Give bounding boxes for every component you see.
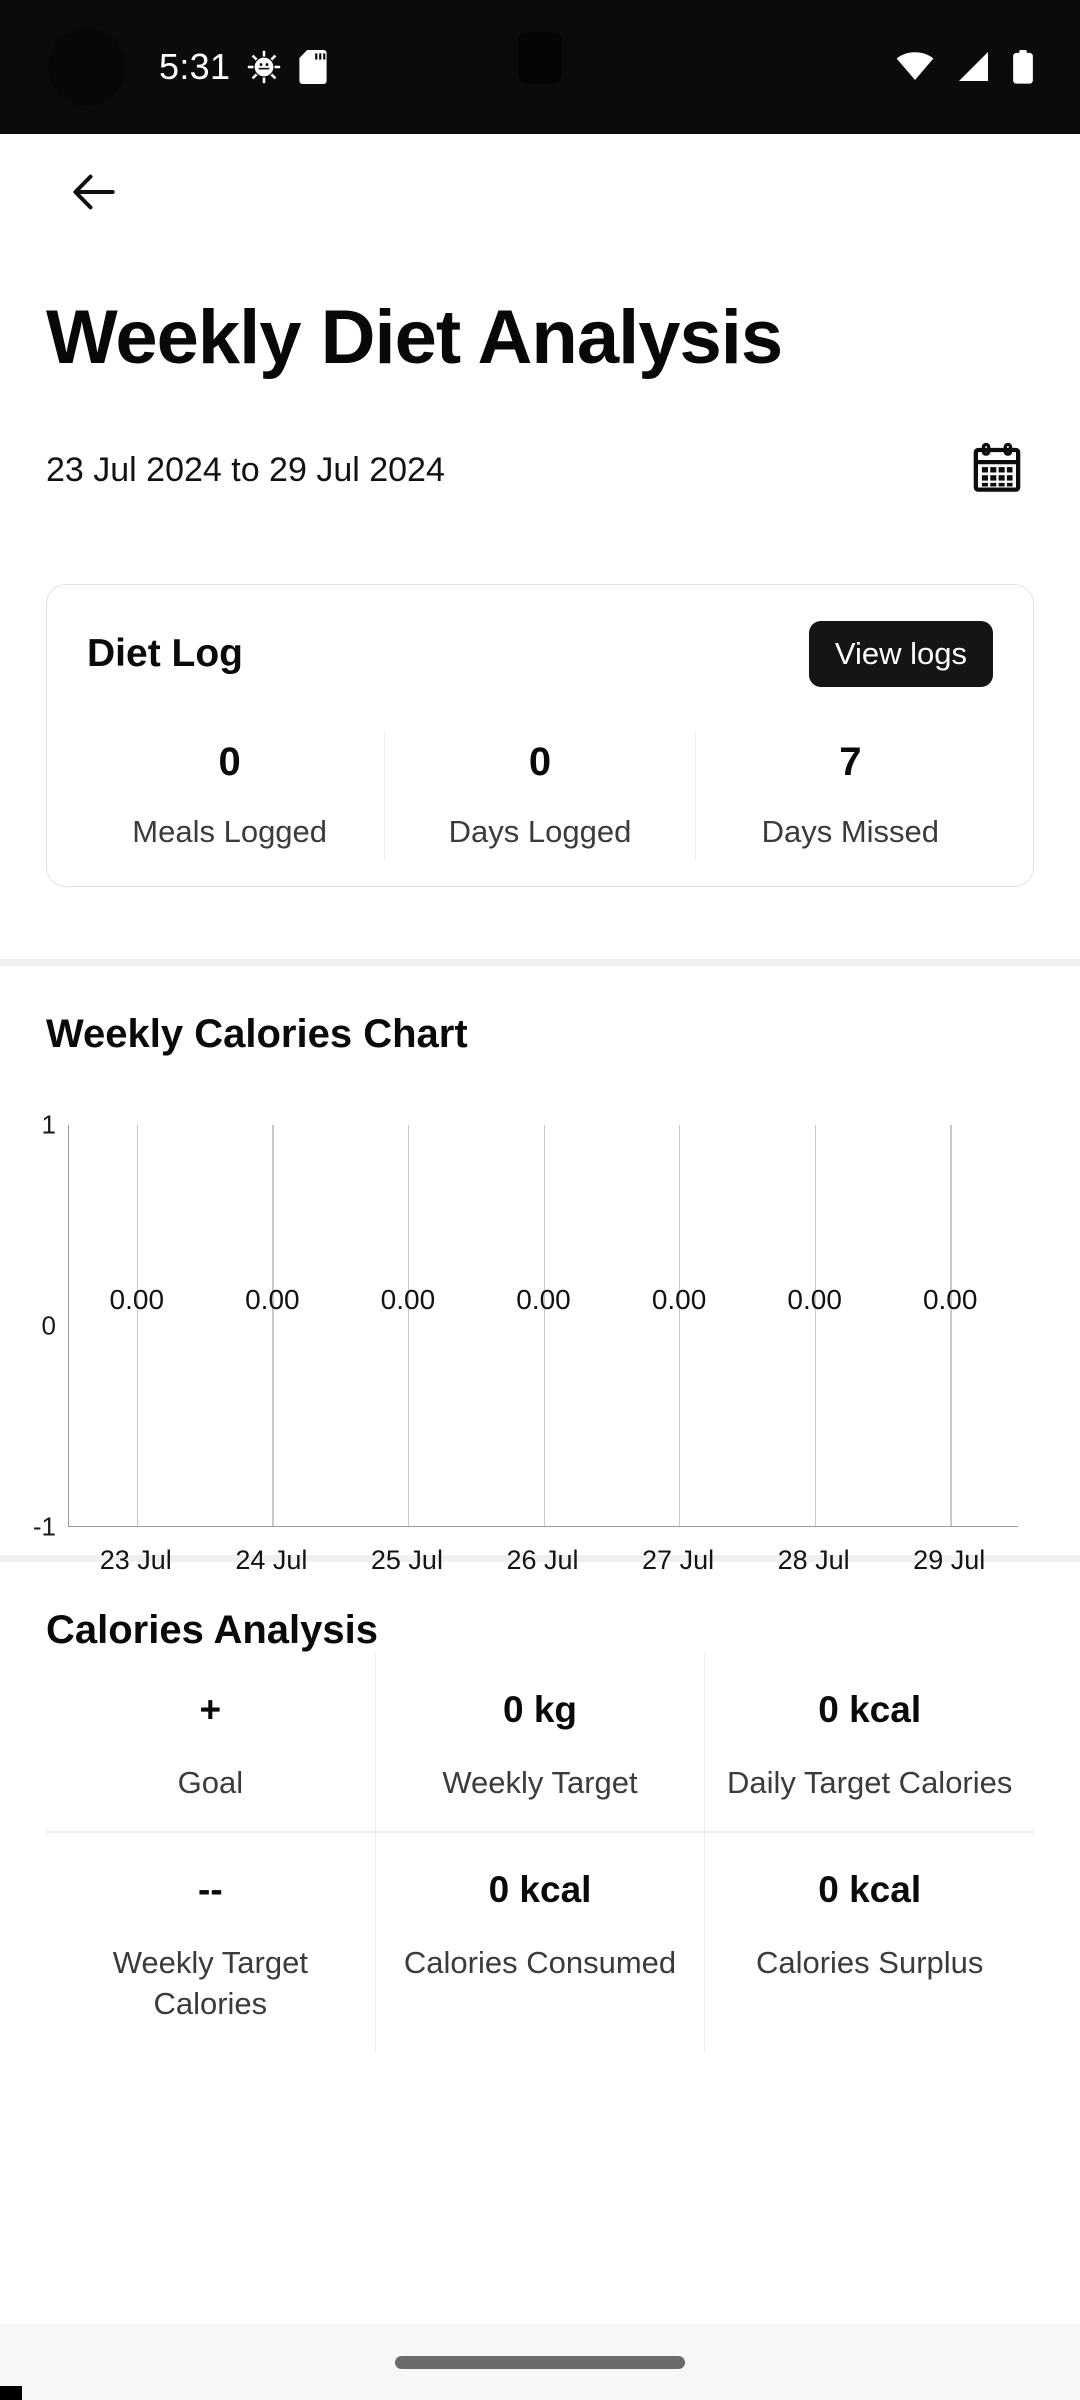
- app-bar: [0, 134, 1080, 254]
- page-title: Weekly Diet Analysis: [46, 295, 783, 380]
- back-arrow-icon: [66, 164, 122, 225]
- calories-analysis-row-2: -- Weekly Target Calories 0 kcal Calorie…: [46, 1833, 1034, 2052]
- cell-value: +: [199, 1688, 222, 1730]
- y-tick-label: -1: [32, 1511, 56, 1542]
- chart-data-label: 0.00: [245, 1283, 300, 1315]
- chart-gridline: [679, 1124, 681, 1526]
- chart-data-label: 0.00: [109, 1283, 165, 1315]
- status-bar-notch: [518, 32, 562, 84]
- chart-data-label: 0.00: [787, 1283, 842, 1315]
- x-tick-label: 23 Jul: [99, 1544, 172, 1575]
- cell-label: Calories Consumed: [403, 1945, 677, 1981]
- cell-weekly-target: 0 kg Weekly Target: [374, 1652, 705, 1832]
- calories-analysis-row-1: + Goal 0 kg Weekly Target 0 kcal Daily T…: [46, 1652, 1034, 1832]
- x-tick-label: 25 Jul: [370, 1544, 443, 1575]
- chart-data-label: 0.00: [651, 1283, 707, 1315]
- stat-label: Days Missed: [761, 813, 940, 849]
- cell-daily-target-calories: 0 kcal Daily Target Calories: [704, 1652, 1034, 1832]
- chart-gridline: [136, 1124, 139, 1526]
- status-bar-clock: 5:31: [159, 46, 231, 87]
- sd-card-icon: [298, 50, 328, 84]
- cell-value: 0 kcal: [818, 1688, 922, 1730]
- cell-calories-consumed: 0 kcal Calories Consumed: [374, 1833, 705, 2052]
- date-range-text: 23 Jul 2024 to 29 Jul 2024: [46, 451, 445, 490]
- battery-icon: [1012, 50, 1034, 84]
- cell-label: Weekly Target Calories: [112, 1945, 308, 2021]
- chart-plot-area: 0.00 0.00 0.00 0.00 0.00 0.00 0.00: [68, 1124, 1018, 1527]
- stat-value: 7: [839, 739, 862, 784]
- calendar-icon: [970, 441, 1024, 500]
- cell-value: 0 kcal: [488, 1869, 592, 1911]
- cell-label: Calories Surplus: [755, 1945, 984, 1981]
- status-bar: 5:31: [0, 0, 1080, 134]
- stat-days-logged: 0 Days Logged: [384, 730, 694, 860]
- back-button[interactable]: [52, 152, 136, 236]
- x-tick-label: 28 Jul: [777, 1544, 850, 1575]
- chart-gridline: [407, 1124, 410, 1526]
- cell-label: Weekly Target: [442, 1764, 638, 1800]
- nav-corner-marker: [0, 2386, 22, 2400]
- cell-calories-surplus: 0 kcal Calories Surplus: [704, 1833, 1034, 2052]
- chart-data-label: 0.00: [922, 1283, 978, 1315]
- home-gesture-pill[interactable]: [395, 2355, 685, 2369]
- cell-weekly-target-calories: -- Weekly Target Calories: [46, 1833, 375, 2052]
- section-divider-top: [0, 958, 1080, 966]
- stat-label: Meals Logged: [132, 813, 328, 849]
- y-tick-label: 0: [41, 1310, 56, 1341]
- stat-days-missed: 7 Days Missed: [694, 730, 1005, 860]
- wifi-icon: [896, 52, 934, 82]
- status-bar-right: [896, 50, 1034, 84]
- cell-value: 0 kcal: [818, 1869, 922, 1911]
- date-range-row: 23 Jul 2024 to 29 Jul 2024: [0, 378, 1080, 508]
- chart-gridline: [950, 1124, 952, 1526]
- system-navigation-bar: [0, 2324, 1080, 2400]
- x-tick-label: 26 Jul: [506, 1544, 579, 1575]
- view-logs-button[interactable]: View logs: [808, 620, 993, 687]
- android-debug-icon: [247, 50, 281, 84]
- cell-value: 0 kg: [502, 1688, 578, 1730]
- calories-analysis-block: + Goal 0 kg Weekly Target 0 kcal Daily T…: [0, 1652, 1080, 2052]
- status-bar-left: 5:31: [159, 46, 328, 88]
- calendar-picker-button[interactable]: [960, 434, 1034, 508]
- diet-log-card-header: Diet Log View logs: [75, 615, 1005, 687]
- chart-canvas: 1 0 -1 0.00 0.00 0.00 0.00 0.00 0.00 0.00 23 J…: [0, 1109, 1080, 1585]
- y-tick-label: 1: [41, 1109, 56, 1140]
- cell-signal-icon: [956, 52, 990, 82]
- stat-meals-logged: 0 Meals Logged: [75, 731, 384, 860]
- chart-data-label: 0.00: [380, 1283, 436, 1315]
- cell-value: --: [198, 1869, 223, 1911]
- cell-label: Daily Target Calories: [726, 1764, 1013, 1800]
- x-tick-label: 29 Jul: [913, 1544, 986, 1575]
- cell-label: Goal: [177, 1764, 244, 1800]
- x-tick-label: 27 Jul: [642, 1544, 715, 1575]
- x-tick-label: 24 Jul: [235, 1544, 308, 1575]
- stat-value: 0: [528, 739, 552, 784]
- phone-screen: 5:31 Weekly Diet Analysis 23 Jul 2024 to…: [0, 0, 1080, 2400]
- front-camera-punch-hole: [48, 28, 126, 106]
- stat-value: 0: [218, 739, 241, 784]
- diet-log-title: Diet Log: [87, 631, 243, 675]
- weekly-calories-chart: 1 0 -1 0.00 0.00 0.00 0.00 0.00 0.00 0.00 23 J…: [0, 1057, 1080, 1575]
- diet-log-stats: 0 Meals Logged 0 Days Logged 7 Days Miss…: [75, 730, 1005, 860]
- chart-gridline: [543, 1124, 545, 1526]
- diet-log-card: Diet Log View logs 0 Meals Logged 0 Days…: [46, 583, 1034, 887]
- chart-data-label: 0.00: [516, 1283, 571, 1315]
- chart-gridline: [272, 1124, 274, 1526]
- weekly-calories-chart-heading: Weekly Calories Chart: [46, 1011, 468, 1056]
- stat-label: Days Logged: [448, 813, 632, 849]
- chart-gridline: [814, 1124, 817, 1526]
- cell-goal: + Goal: [46, 1653, 375, 1832]
